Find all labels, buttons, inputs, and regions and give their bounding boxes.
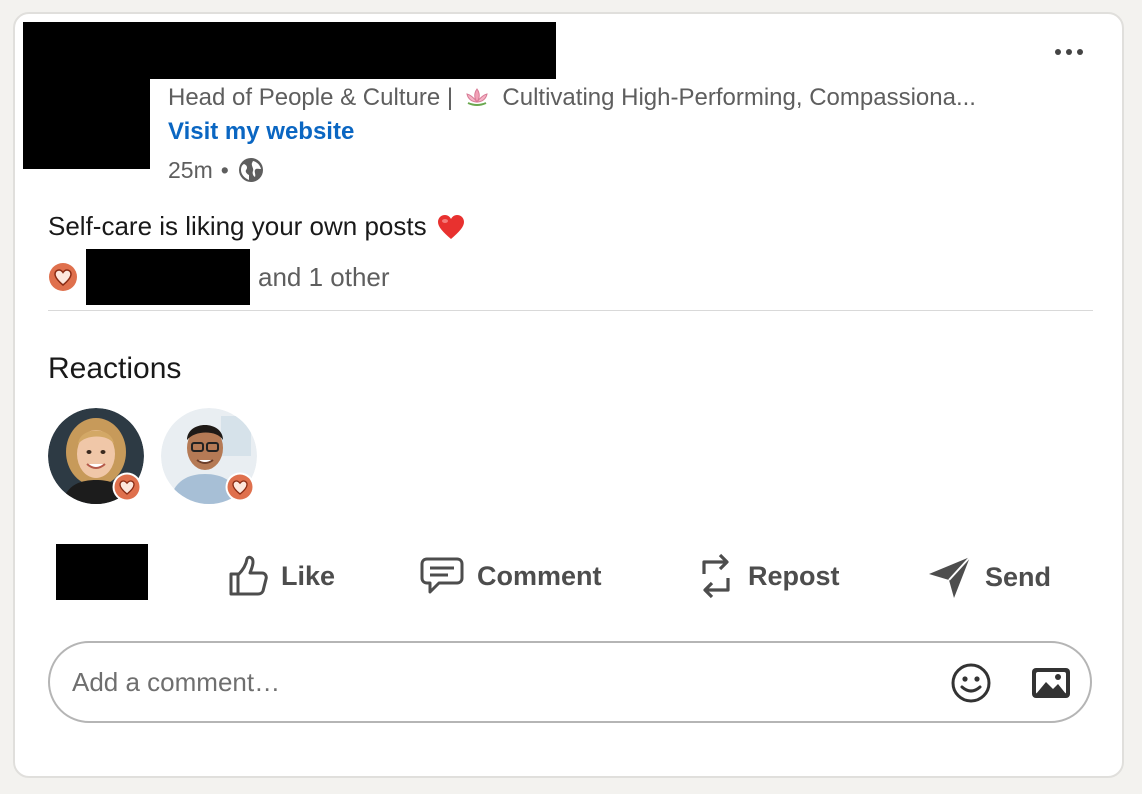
author-avatar-redacted[interactable] — [23, 22, 150, 169]
more-options-button[interactable] — [1055, 44, 1085, 60]
reactor-name-redacted[interactable] — [86, 249, 250, 305]
post-age: 25m — [168, 156, 213, 183]
comment-box — [48, 641, 1092, 723]
like-label: Like — [281, 560, 336, 591]
send-icon — [929, 556, 971, 598]
dot-icon — [1055, 49, 1061, 55]
reactions-summary[interactable]: and 1 other — [48, 249, 390, 305]
author-headline: Head of People & Culture | Cultivating H… — [168, 84, 976, 112]
comment-label: Comment — [477, 560, 602, 591]
repost-button[interactable]: Repost — [696, 552, 840, 600]
reactor-avatar[interactable] — [48, 408, 144, 504]
post-text: Self-care is liking your own posts — [48, 211, 427, 241]
dot-icon — [1077, 49, 1083, 55]
send-label: Send — [985, 561, 1052, 592]
comment-input[interactable] — [70, 665, 894, 699]
comment-button[interactable]: Comment — [419, 556, 602, 596]
love-reaction-icon — [112, 472, 142, 502]
post-body: Self-care is liking your own posts — [48, 211, 465, 242]
thumbs-up-icon — [229, 555, 268, 596]
reactions-title: Reactions — [48, 352, 182, 385]
reactions-count-text[interactable]: and 1 other — [258, 262, 390, 293]
post-card: Head of People & Culture | Cultivating H… — [13, 12, 1124, 778]
smiley-icon[interactable] — [950, 662, 992, 704]
image-icon[interactable] — [1030, 665, 1072, 701]
meta-separator: • — [220, 156, 229, 183]
author-name-redacted[interactable] — [150, 22, 556, 79]
send-button[interactable]: Send — [927, 554, 1051, 600]
globe-icon[interactable] — [237, 156, 265, 184]
post-meta: 25m • — [168, 156, 265, 184]
like-button[interactable]: Like — [227, 554, 335, 598]
reactor-avatar[interactable] — [161, 408, 257, 504]
divider — [48, 310, 1093, 311]
love-reaction-icon — [49, 263, 77, 291]
repost-label: Repost — [748, 560, 840, 591]
visit-website-link[interactable]: Visit my website — [168, 118, 354, 146]
headline-text: Cultivating High-Performing, Compassiona… — [502, 84, 976, 111]
heart-emoji-icon — [437, 214, 464, 239]
comment-icon — [420, 557, 464, 594]
love-reaction-icon — [225, 472, 255, 502]
reaction-selector-redacted[interactable] — [56, 544, 148, 600]
lotus-icon — [466, 87, 488, 106]
dot-icon — [1066, 49, 1072, 55]
repost-icon — [702, 553, 730, 599]
headline-prefix: Head of People & Culture | — [168, 84, 454, 111]
